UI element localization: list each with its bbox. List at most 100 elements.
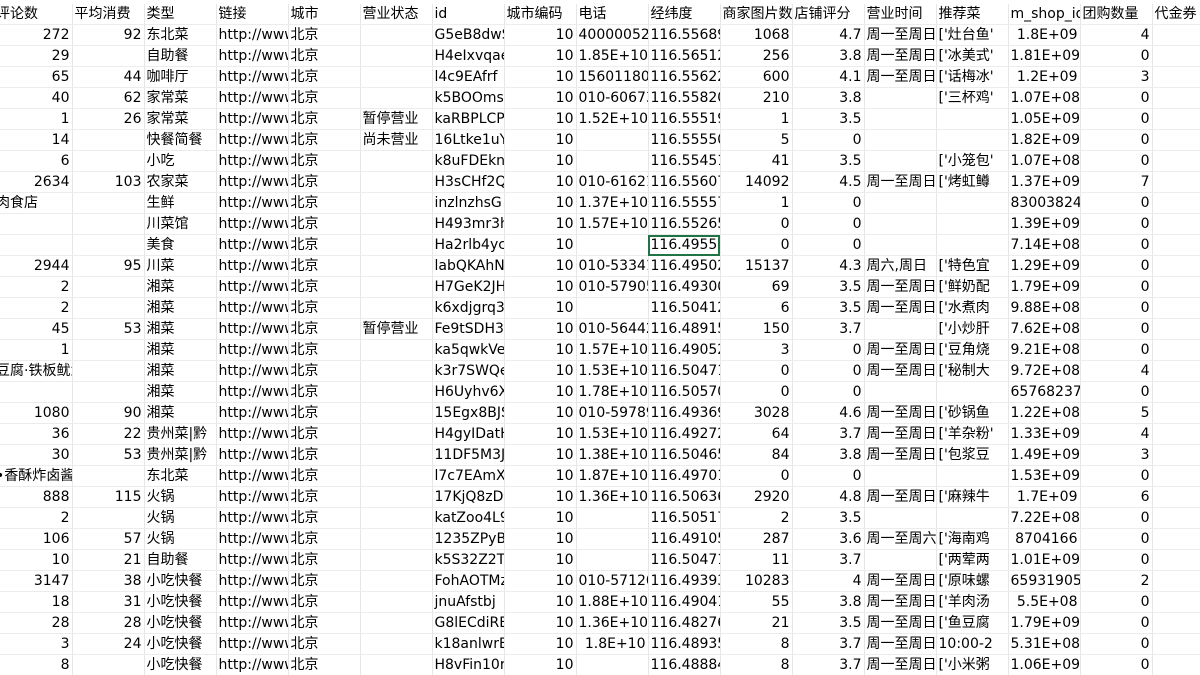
cell-link[interactable]: http://www: [216, 654, 289, 675]
cell-status[interactable]: [360, 171, 433, 193]
cell-city-code[interactable]: 10: [504, 423, 577, 445]
cell-recommend[interactable]: ['水煮肉: [936, 297, 1009, 319]
cell-city-code[interactable]: 10: [504, 486, 577, 508]
cell-voucher[interactable]: [1152, 108, 1200, 130]
column-header-m-shop-id[interactable]: m_shop_id: [1008, 4, 1081, 25]
cell-hours[interactable]: [864, 465, 937, 487]
cell-city[interactable]: 北京: [288, 276, 361, 298]
cell-rating[interactable]: 4.5: [792, 171, 865, 193]
cell-link[interactable]: http://www: [216, 465, 289, 487]
cell-type[interactable]: 湘菜: [144, 360, 217, 382]
cell-comments[interactable]: 6: [0, 150, 73, 172]
cell-comments[interactable]: 45: [0, 318, 73, 340]
cell-photo-count[interactable]: 600: [720, 66, 793, 88]
cell-city[interactable]: 北京: [288, 465, 361, 487]
cell-photo-count[interactable]: 64: [720, 423, 793, 445]
cell-link[interactable]: http://www: [216, 276, 289, 298]
cell-city[interactable]: 北京: [288, 297, 361, 319]
cell-status[interactable]: [360, 654, 433, 675]
cell-type[interactable]: 自助餐: [144, 549, 217, 571]
cell-status[interactable]: [360, 45, 433, 67]
cell-comments[interactable]: 2: [0, 276, 73, 298]
cell-comments[interactable]: 豆腐·铁板鱿鱼: [0, 360, 73, 382]
cell-rating[interactable]: 3.8: [792, 444, 865, 466]
cell-groupbuy-count[interactable]: 3: [1080, 66, 1153, 88]
cell-photo-count[interactable]: 5: [720, 129, 793, 151]
cell-rating[interactable]: 3.5: [792, 297, 865, 319]
cell-link[interactable]: http://www: [216, 24, 289, 46]
cell-link[interactable]: http://www: [216, 633, 289, 655]
cell-voucher[interactable]: [1152, 87, 1200, 109]
cell-photo-count[interactable]: 0: [720, 213, 793, 235]
cell-phone[interactable]: 010-59789: [576, 402, 649, 424]
cell-rating[interactable]: 4.3: [792, 255, 865, 277]
cell-groupbuy-count[interactable]: 0: [1080, 549, 1153, 571]
column-header-comments[interactable]: 评论数: [0, 4, 73, 25]
cell-shop-id[interactable]: Ha2rlb4yc: [432, 234, 505, 256]
cell-status[interactable]: [360, 423, 433, 445]
cell-avg-cost[interactable]: 38: [72, 570, 145, 592]
active-cell[interactable]: 116.49554: [648, 234, 721, 256]
cell-type[interactable]: 湘菜: [144, 318, 217, 340]
cell-recommend[interactable]: [936, 381, 1009, 403]
cell-status[interactable]: [360, 486, 433, 508]
cell-m-shop-id[interactable]: 1.49E+09: [1008, 444, 1081, 466]
cell-shop-id[interactable]: k3r7SWQeC: [432, 360, 505, 382]
cell-avg-cost[interactable]: [72, 213, 145, 235]
cell-lnglat[interactable]: 116.50471: [648, 360, 721, 382]
cell-city-code[interactable]: 10: [504, 507, 577, 529]
cell-shop-id[interactable]: k5BOOmsYc: [432, 87, 505, 109]
cell-city-code[interactable]: 10: [504, 108, 577, 130]
cell-voucher[interactable]: [1152, 423, 1200, 445]
cell-avg-cost[interactable]: 26: [72, 108, 145, 130]
cell-lnglat[interactable]: 116.48915: [648, 318, 721, 340]
cell-hours[interactable]: [864, 318, 937, 340]
cell-lnglat[interactable]: 116.50517: [648, 507, 721, 529]
cell-avg-cost[interactable]: [72, 381, 145, 403]
cell-groupbuy-count[interactable]: 0: [1080, 612, 1153, 634]
cell-m-shop-id[interactable]: 1.05E+09: [1008, 108, 1081, 130]
cell-recommend[interactable]: [936, 234, 1009, 256]
cell-city[interactable]: 北京: [288, 192, 361, 214]
cell-avg-cost[interactable]: [72, 192, 145, 214]
cell-shop-id[interactable]: ka5qwkVeS: [432, 339, 505, 361]
cell-rating[interactable]: 4: [792, 570, 865, 592]
cell-recommend[interactable]: ['羊肉汤: [936, 591, 1009, 613]
cell-phone[interactable]: 1.38E+10: [576, 444, 649, 466]
cell-recommend[interactable]: ['鱼豆腐: [936, 612, 1009, 634]
cell-voucher[interactable]: [1152, 234, 1200, 256]
cell-phone[interactable]: [576, 507, 649, 529]
cell-comments[interactable]: 2: [0, 507, 73, 529]
cell-recommend[interactable]: ['冰美式': [936, 45, 1009, 67]
cell-city-code[interactable]: 10: [504, 465, 577, 487]
cell-voucher[interactable]: [1152, 45, 1200, 67]
cell-hours[interactable]: 周一至周日: [864, 171, 937, 193]
cell-hours[interactable]: 周六,周日: [864, 255, 937, 277]
cell-photo-count[interactable]: 41: [720, 150, 793, 172]
cell-lnglat[interactable]: 116.55550: [648, 129, 721, 151]
cell-hours[interactable]: [864, 381, 937, 403]
cell-recommend[interactable]: ['鲜奶配: [936, 276, 1009, 298]
column-header-voucher[interactable]: 代金券: [1152, 4, 1200, 25]
cell-photo-count[interactable]: 1: [720, 192, 793, 214]
cell-shop-id[interactable]: l7c7EAmXV: [432, 465, 505, 487]
cell-rating[interactable]: 0: [792, 360, 865, 382]
cell-comments[interactable]: 36: [0, 423, 73, 445]
cell-groupbuy-count[interactable]: 7: [1080, 171, 1153, 193]
cell-lnglat[interactable]: 116.49701: [648, 465, 721, 487]
cell-voucher[interactable]: [1152, 297, 1200, 319]
cell-comments[interactable]: 40: [0, 87, 73, 109]
cell-m-shop-id[interactable]: 8704166: [1008, 528, 1081, 550]
cell-rating[interactable]: 0: [792, 339, 865, 361]
cell-city[interactable]: 北京: [288, 423, 361, 445]
cell-voucher[interactable]: [1152, 381, 1200, 403]
cell-hours[interactable]: 周一至周日: [864, 339, 937, 361]
cell-recommend[interactable]: ['话梅冰': [936, 66, 1009, 88]
cell-avg-cost[interactable]: [72, 234, 145, 256]
cell-status[interactable]: [360, 192, 433, 214]
cell-avg-cost[interactable]: 103: [72, 171, 145, 193]
cell-type[interactable]: 湘菜: [144, 276, 217, 298]
cell-link[interactable]: http://www: [216, 549, 289, 571]
cell-city-code[interactable]: 10: [504, 381, 577, 403]
cell-hours[interactable]: [864, 192, 937, 214]
